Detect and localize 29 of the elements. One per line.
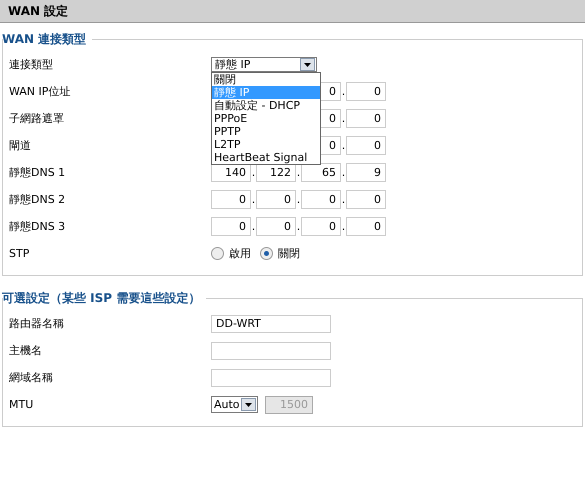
radio-label: 關閉 [278, 246, 300, 261]
field-label: STP [9, 247, 30, 260]
octet-separator: . [341, 166, 346, 179]
octet-separator: . [341, 220, 346, 233]
field-label: 主機名 [9, 343, 43, 358]
octet-separator: . [296, 166, 301, 179]
octet-separator: . [341, 193, 346, 206]
octet-separator: . [251, 193, 256, 206]
octet-separator: . [341, 112, 346, 125]
octet-separator: . [341, 85, 346, 98]
octet-separator: . [341, 139, 346, 152]
field-label: 閘道 [9, 138, 32, 153]
field-label: 子網路遮罩 [9, 111, 65, 126]
field-label: 靜態DNS 2 [9, 192, 66, 207]
field-label: MTU [9, 398, 34, 411]
field-label: 靜態DNS 1 [9, 165, 66, 180]
field-label: 網域名稱 [9, 370, 54, 385]
field-label: WAN IP位址 [9, 84, 72, 99]
octet-separator: . [251, 166, 256, 179]
field-label: 路由器名稱 [9, 316, 65, 331]
section-legend: WAN 連接類型 [2, 30, 86, 48]
page-title: WAN 設定 [8, 2, 68, 20]
octet-separator: . [296, 220, 301, 233]
field-label: 連接類型 [9, 57, 54, 72]
octet-separator: . [251, 220, 256, 233]
octet-separator: . [296, 193, 301, 206]
radio-label: 啟用 [229, 246, 251, 261]
field-label: 靜態DNS 3 [9, 219, 66, 234]
section-legend: 可選設定（某些 ISP 需要這些設定） [2, 290, 200, 306]
